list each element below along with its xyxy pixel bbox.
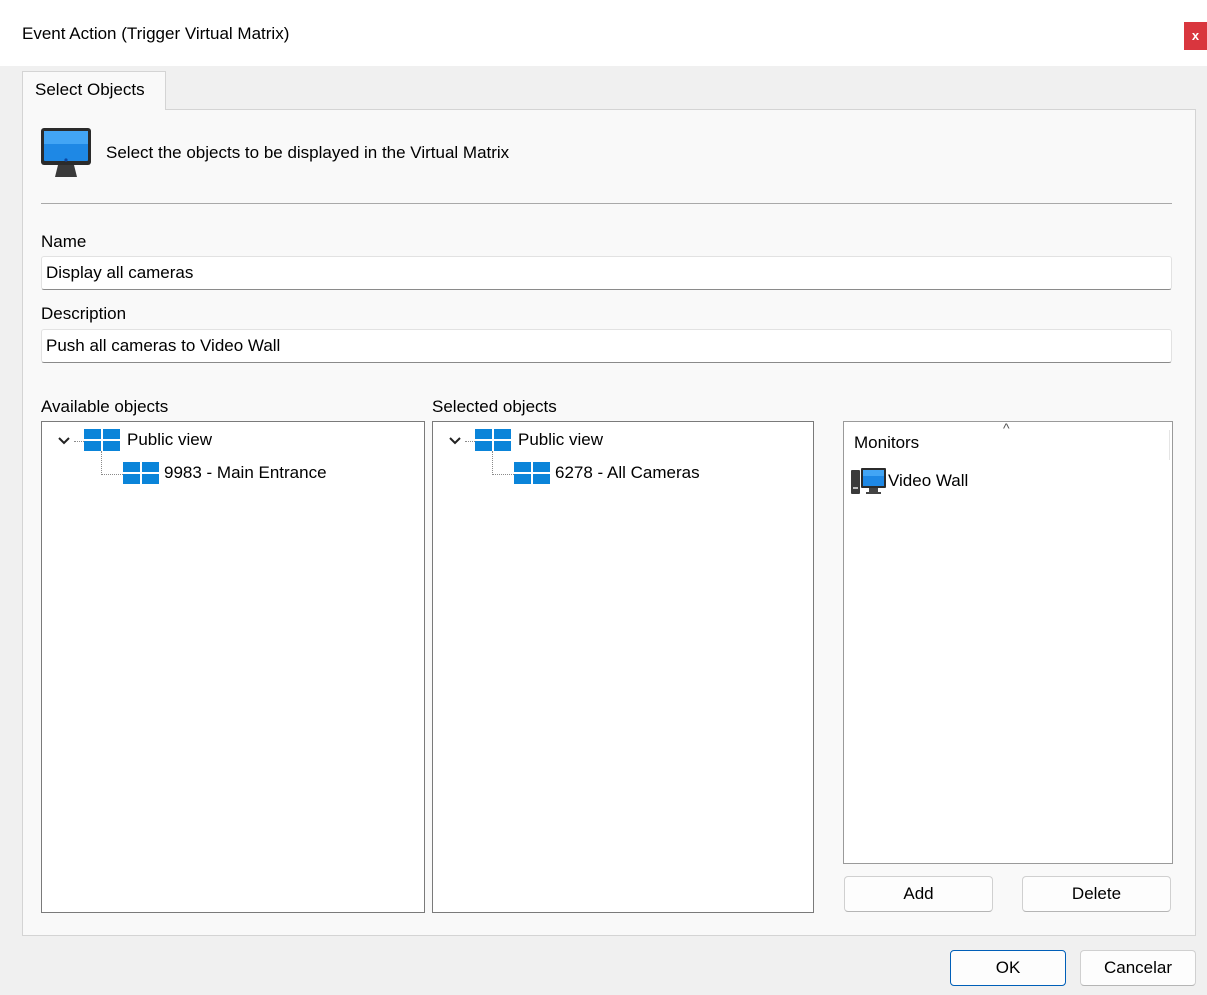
grid-view-icon <box>514 462 550 484</box>
name-label: Name <box>41 232 87 251</box>
close-button[interactable]: x <box>1184 22 1207 50</box>
tree-node-child[interactable]: 6278 - All Cameras <box>433 461 811 487</box>
window-title: Event Action (Trigger Virtual Matrix) <box>22 24 290 43</box>
tree-node-label: Public view <box>127 430 213 449</box>
dialog-window: Event Action (Trigger Virtual Matrix) x … <box>0 0 1207 995</box>
tree-node-root[interactable]: Public view <box>433 428 811 454</box>
description-label: Description <box>41 304 127 323</box>
header-description: Select the objects to be displayed in th… <box>106 143 510 162</box>
tree-connector <box>101 474 123 475</box>
sort-ascending-icon: ^ <box>1003 420 1010 436</box>
title-bar: Event Action (Trigger Virtual Matrix) x <box>0 0 1207 66</box>
monitors-column-header[interactable]: Monitors ^ <box>844 420 1168 458</box>
tree-connector <box>492 474 514 475</box>
tab-label: Select Objects <box>35 80 145 99</box>
monitors-header-label: Monitors <box>854 433 920 452</box>
add-button[interactable]: Add <box>844 876 993 912</box>
description-field[interactable]: Push all cameras to Video Wall <box>41 329 1172 363</box>
tree-node-root[interactable]: Public view <box>42 428 422 454</box>
available-objects-label: Available objects <box>41 397 169 416</box>
selected-objects-tree[interactable]: Public view 6278 - All Cameras <box>432 421 814 913</box>
tree-node-child[interactable]: 9983 - Main Entrance <box>42 461 422 487</box>
tree-node-label: Public view <box>518 430 604 449</box>
tree-node-label: 9983 - Main Entrance <box>164 463 327 482</box>
header-divider <box>41 203 1172 204</box>
tab-select-objects[interactable]: Select Objects <box>22 71 166 110</box>
computer-monitor-icon <box>851 468 886 494</box>
grid-view-icon <box>84 429 120 451</box>
ok-button[interactable]: OK <box>950 950 1066 986</box>
tree-node-label: 6278 - All Cameras <box>555 463 700 482</box>
monitor-icon <box>40 127 92 181</box>
chevron-down-icon[interactable] <box>56 433 72 449</box>
available-objects-tree[interactable]: Public view 9983 - Main Entrance <box>41 421 425 913</box>
monitors-list[interactable]: Monitors ^ Video Wall <box>843 420 1173 864</box>
selected-objects-label: Selected objects <box>432 397 557 416</box>
name-field[interactable]: Display all cameras <box>41 256 1172 290</box>
delete-button[interactable]: Delete <box>1022 876 1171 912</box>
list-item[interactable]: Video Wall <box>850 466 1166 496</box>
grid-view-icon <box>475 429 511 451</box>
cancel-button[interactable]: Cancelar <box>1080 950 1196 986</box>
grid-view-icon <box>123 462 159 484</box>
list-item-label: Video Wall <box>888 471 969 490</box>
chevron-down-icon[interactable] <box>447 433 463 449</box>
column-separator <box>1169 430 1170 460</box>
